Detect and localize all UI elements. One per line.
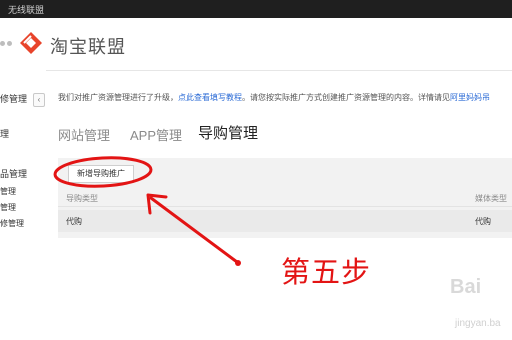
column-header: 媒体类型 bbox=[475, 194, 507, 203]
sidebar-item-label[interactable]: 管理 bbox=[0, 186, 16, 197]
tab-app[interactable]: APP管理 bbox=[130, 125, 182, 144]
shopping-guide-panel: 新增导购推广 导购类型 媒体类型 代购 代购 bbox=[58, 158, 512, 238]
tab-website[interactable]: 网站管理 bbox=[58, 125, 110, 144]
add-shopping-guide-button[interactable]: 新增导购推广 bbox=[68, 165, 134, 183]
left-sidebar: 修管理 ‹ 理 品管理 管理 管理 修管理 bbox=[0, 70, 46, 340]
column-header: 导购类型 bbox=[66, 194, 98, 203]
brand-name[interactable]: 淘宝联盟 bbox=[50, 33, 126, 59]
nav-dots-icon[interactable] bbox=[0, 40, 12, 48]
sidebar-item-label[interactable]: 管理 bbox=[0, 202, 16, 213]
collapse-sidebar-button[interactable]: ‹ bbox=[33, 93, 45, 107]
sidebar-item-label[interactable]: 修管理 bbox=[0, 218, 24, 229]
arrow-tail-dot bbox=[235, 260, 241, 266]
tutorial-link[interactable]: 点此查看填写教程 bbox=[178, 93, 242, 102]
table-header: 导购类型 媒体类型 bbox=[58, 190, 512, 207]
notice-text-2: 。请您按实际推广方式创建推广资源管理的内容。详情请见 bbox=[242, 93, 450, 102]
tab-shopping-guide[interactable]: 导购管理 bbox=[198, 122, 258, 143]
notice-text: 我们对推广资源管理进行了升级， bbox=[58, 93, 178, 102]
window-titlebar: 无线联盟 bbox=[0, 0, 512, 18]
sidebar-item-label[interactable]: 理 bbox=[0, 127, 9, 140]
baidu-watermark-url: jingyan.ba bbox=[455, 318, 501, 329]
baidu-watermark: Bai bbox=[450, 276, 482, 298]
table-row[interactable]: 代购 代购 bbox=[58, 210, 512, 232]
alimama-link[interactable]: 阿里妈妈吊 bbox=[450, 93, 490, 102]
step-label: 第五步 bbox=[281, 255, 372, 289]
table-cell: 代购 bbox=[66, 217, 82, 226]
taobao-union-logo-icon bbox=[20, 32, 42, 54]
sidebar-item-label[interactable]: 品管理 bbox=[0, 167, 27, 180]
site-header: 淘宝联盟 bbox=[0, 18, 512, 71]
sidebar-item-label[interactable]: 修管理 bbox=[0, 92, 27, 105]
table-cell: 代购 bbox=[475, 217, 491, 226]
window-title: 无线联盟 bbox=[8, 5, 45, 15]
upgrade-notice: 我们对推广资源管理进行了升级，点此查看填写教程。请您按实际推广方式创建推广资源管… bbox=[58, 92, 490, 103]
